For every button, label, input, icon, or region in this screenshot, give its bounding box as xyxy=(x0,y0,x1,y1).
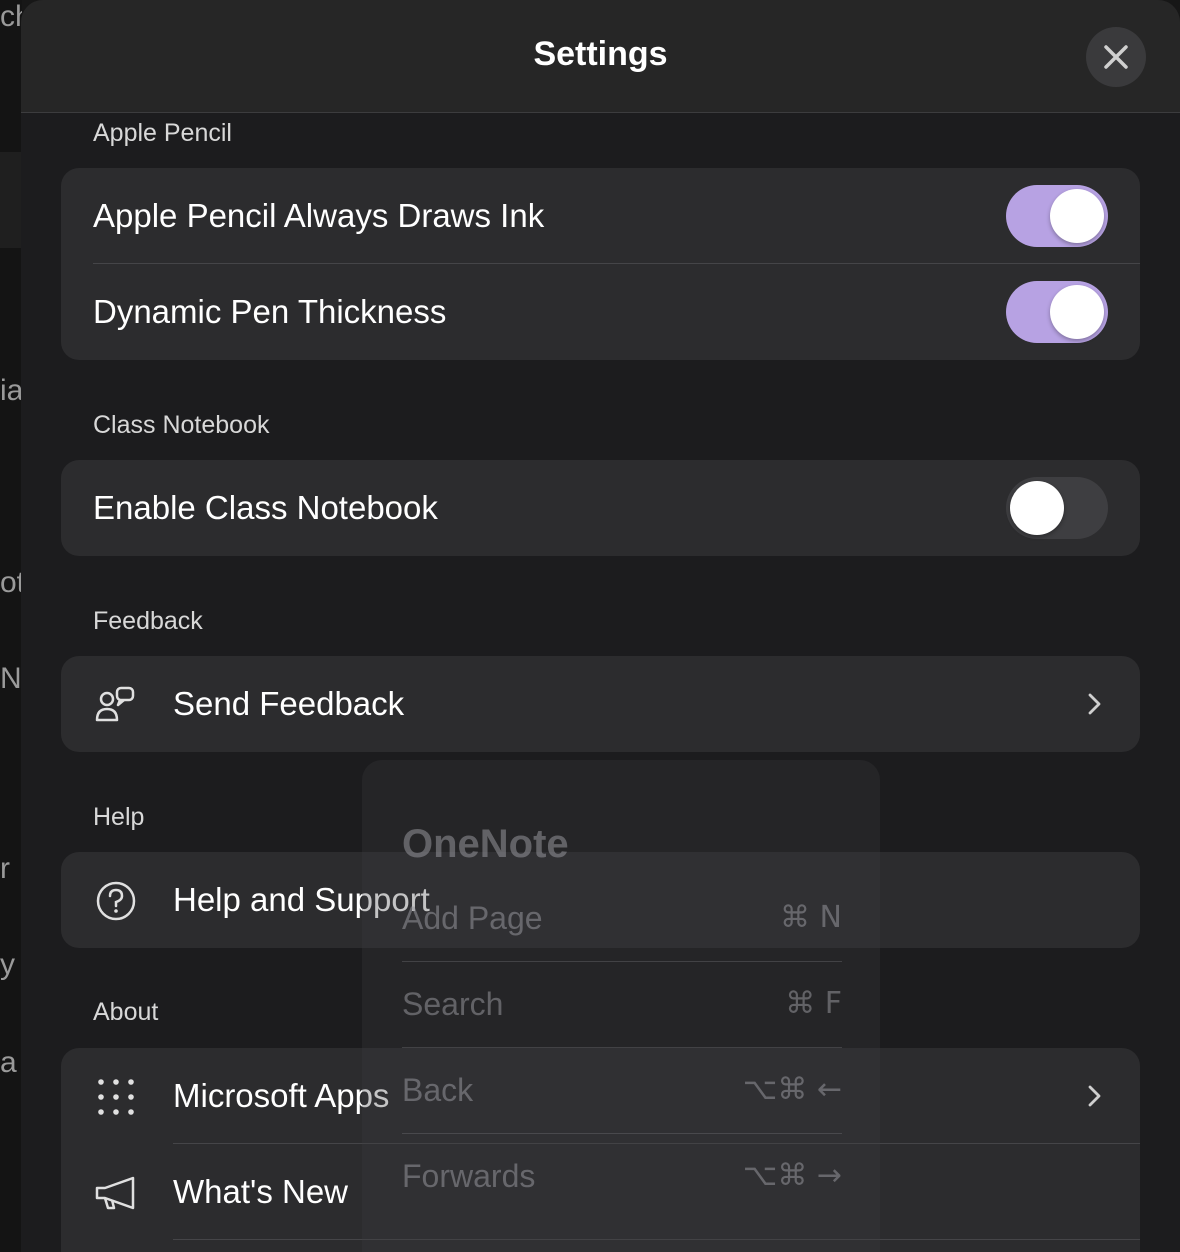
shortcut-keys: ⌘ F xyxy=(785,986,842,1021)
setting-label: Enable Class Notebook xyxy=(93,489,438,526)
dynamic-pen-thickness-toggle[interactable] xyxy=(1006,281,1108,343)
background-text: N xyxy=(0,662,22,695)
shortcut-keys: ⌘ N xyxy=(780,900,842,935)
keyboard-shortcuts-overlay: OneNote Add Page ⌘ N Search ⌘ F Back ⌥⌘ … xyxy=(362,760,880,1252)
apps-grid-icon xyxy=(98,1079,134,1115)
setting-row-always-draws-ink: Apple Pencil Always Draws Ink xyxy=(61,168,1140,264)
settings-sheet: Settings Apple Pencil Apple Pencil Alway… xyxy=(21,0,1180,1252)
help-icon xyxy=(96,881,136,921)
page-title: Settings xyxy=(533,35,668,73)
whats-new-label: What's New xyxy=(173,1173,349,1210)
section-label-about: About xyxy=(93,998,159,1026)
background-text: ot xyxy=(0,566,22,599)
shortcut-keys: ⌥⌘ → xyxy=(742,1158,842,1193)
megaphone-icon xyxy=(95,1176,135,1210)
shortcut-keys: ⌥⌘ ← xyxy=(742,1072,842,1107)
always-draws-ink-toggle[interactable] xyxy=(1006,185,1108,247)
feedback-group: Send Feedback xyxy=(61,656,1140,752)
shortcuts-title: OneNote xyxy=(402,822,569,866)
send-feedback-row[interactable]: Send Feedback xyxy=(61,656,1140,752)
shortcut-item: Search ⌘ F xyxy=(402,962,842,1048)
shortcut-name: Search xyxy=(402,986,504,1022)
shortcut-item: Forwards ⌥⌘ → xyxy=(402,1134,842,1220)
background-text: ia xyxy=(0,374,22,407)
shortcut-name: Add Page xyxy=(402,900,543,936)
toggle-knob xyxy=(1050,285,1104,339)
chevron-right-icon xyxy=(1088,1085,1101,1107)
feedback-icon xyxy=(95,686,135,722)
sheet-header: Settings xyxy=(21,0,1180,113)
class-notebook-group: Enable Class Notebook xyxy=(61,460,1140,556)
background-selected-row xyxy=(0,152,22,248)
microsoft-apps-label: Microsoft Apps xyxy=(173,1077,390,1114)
apple-pencil-group: Apple Pencil Always Draws Ink Dynamic Pe… xyxy=(61,168,1140,360)
chevron-right-icon xyxy=(1088,693,1101,715)
section-label-class-notebook: Class Notebook xyxy=(93,411,270,439)
background-text: r xyxy=(0,852,10,885)
setting-label: Apple Pencil Always Draws Ink xyxy=(93,197,545,234)
section-label-apple-pencil: Apple Pencil xyxy=(93,119,232,147)
section-label-help: Help xyxy=(93,803,145,831)
shortcut-item: Add Page ⌘ N xyxy=(402,876,842,962)
close-icon xyxy=(1104,45,1128,69)
enable-class-notebook-toggle[interactable] xyxy=(1006,477,1108,539)
shortcut-name: Forwards xyxy=(402,1158,536,1194)
background-text: ch xyxy=(0,0,22,33)
close-button[interactable] xyxy=(1086,27,1146,87)
background-text: a xyxy=(0,1046,17,1079)
send-feedback-label: Send Feedback xyxy=(173,685,405,722)
toggle-knob xyxy=(1010,481,1064,535)
background-text: y xyxy=(0,948,15,981)
shortcut-name: Back xyxy=(402,1072,474,1108)
setting-row-enable-class-notebook: Enable Class Notebook xyxy=(61,460,1140,556)
toggle-knob xyxy=(1050,189,1104,243)
shortcut-item: Back ⌥⌘ ← xyxy=(402,1048,842,1134)
background-app: ch ia ot N r y a xyxy=(0,0,22,1252)
section-label-feedback: Feedback xyxy=(93,607,203,635)
setting-label: Dynamic Pen Thickness xyxy=(93,293,447,330)
setting-row-dynamic-pen-thickness: Dynamic Pen Thickness xyxy=(61,264,1140,360)
